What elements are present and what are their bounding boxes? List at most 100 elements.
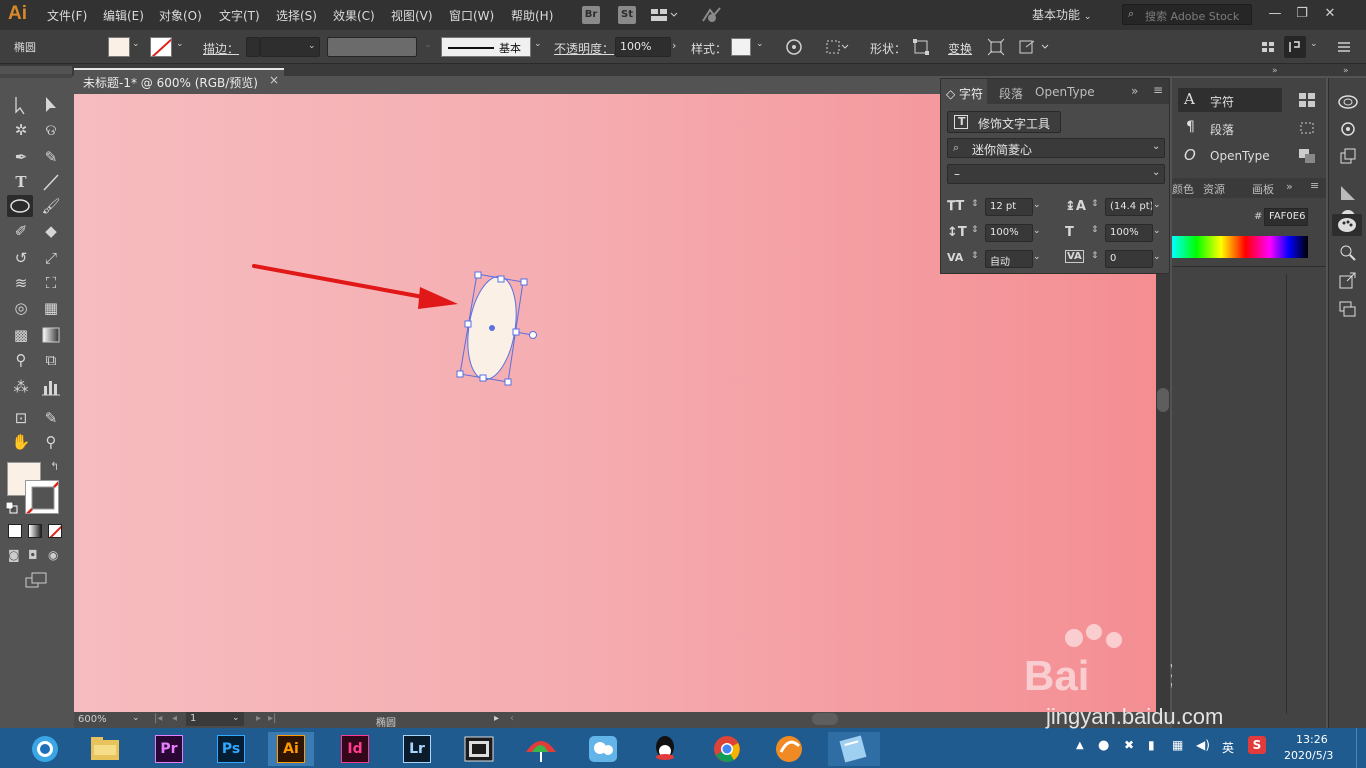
umbrella-app-icon[interactable] [518,732,564,766]
next-artboard-icon[interactable]: ▸ [256,713,261,724]
direct-selection-tool-icon[interactable] [38,94,64,116]
opacity-expand-arrow[interactable]: › [672,39,676,52]
clock-date[interactable]: 2020/5/3 [1284,749,1333,762]
curvature-tool-icon[interactable]: ✎ [38,146,64,168]
illustrator-icon[interactable]: Ai [268,732,314,766]
stock-button[interactable]: St [618,6,636,24]
tab-paragraph[interactable]: 段落 [999,85,1023,102]
kerning-arrow[interactable]: ⌄ [1033,252,1041,262]
status-menu-arrow[interactable]: ▸ [494,713,499,724]
cloud-app-icon[interactable] [580,732,626,766]
ime-indicator[interactable]: 英 [1222,739,1234,756]
hand-tool-icon[interactable]: ✋ [8,431,34,453]
fill-swatch[interactable] [108,37,130,57]
dock2-collapse-icon[interactable]: » [1343,66,1349,76]
sogou-input-icon[interactable]: S [1248,736,1266,754]
width-tool-icon[interactable]: ≋ [8,272,34,294]
menu-object[interactable]: 对象(O) [159,7,202,24]
eyedropper-tool-icon[interactable]: ⚲ [8,349,34,371]
align-to-icon[interactable] [825,38,849,56]
menu-window[interactable]: 窗口(W) [449,7,494,24]
color-panel-menu-icon[interactable]: ≡ [1310,179,1319,192]
panel-menu-icon[interactable] [1336,38,1352,56]
ellipse-tool-icon[interactable] [7,195,33,217]
volume-tray-icon[interactable]: ◀) [1196,738,1210,752]
scroll-left-icon[interactable]: ‹ [510,713,514,724]
qq-tray-icon[interactable]: ● [1098,738,1109,753]
artboard-tool-icon[interactable]: ⊡ [8,407,34,429]
dock-collapse-icon[interactable]: » [1272,66,1278,76]
gradient-mode-icon[interactable] [28,524,42,538]
zoom-level[interactable]: 600% [78,714,107,725]
tracking-stepper[interactable]: ⇕ [1091,251,1099,261]
kerning-field[interactable]: 自动 [985,250,1033,268]
color-mode-icon[interactable] [8,524,22,538]
stroke-color-box[interactable] [25,480,59,514]
tracking-arrow[interactable]: ⌄ [1153,252,1161,262]
vertical-scale-field[interactable]: 100% [985,224,1033,242]
gpu-performance-icon[interactable] [700,6,724,24]
file-explorer-icon[interactable] [82,732,128,766]
chrome-icon[interactable] [704,732,750,766]
creative-cloud-libraries-icon[interactable] [1337,92,1359,110]
control-menu-icon[interactable] [1284,36,1306,58]
brush-definition-field[interactable]: 基本 [441,37,531,57]
blend-tool-icon[interactable]: ⧉ [38,349,64,371]
zoom-dropdown-arrow[interactable]: ⌄ [132,713,140,723]
pathfinder-panel-icon[interactable] [1298,148,1316,164]
symbol-sprayer-tool-icon[interactable]: ⁂ [8,376,34,398]
last-artboard-icon[interactable]: ▸| [268,713,276,724]
network-tray-icon[interactable]: ▦ [1172,738,1183,752]
eraser-tool-icon[interactable]: ◆ [38,220,64,242]
show-desktop-button[interactable] [1356,728,1366,768]
screen-mode-icon[interactable] [24,572,48,588]
touch-type-tool-button[interactable]: T 修饰文字工具 [947,111,1061,133]
vertical-scroll-thumb[interactable] [1157,388,1169,412]
menu-view[interactable]: 视图(V) [391,7,433,24]
vertical-scale-arrow[interactable]: ⌄ [1033,226,1041,236]
shape-builder-tool-icon[interactable]: ◎ [8,297,34,319]
draw-behind-icon[interactable]: ◘ [28,548,38,562]
document-close-icon[interactable]: × [269,73,279,87]
type-tool-icon[interactable]: T [8,171,34,193]
perspective-grid-tool-icon[interactable]: ▦ [38,297,64,319]
horizontal-scale-arrow[interactable]: ⌄ [1153,226,1161,236]
horizontal-scale-field[interactable]: 100% [1105,224,1153,242]
menu-edit[interactable]: 编辑(E) [103,7,144,24]
video-app-icon[interactable] [456,732,502,766]
stroke-dropdown-arrow[interactable]: ⌄ [176,39,184,49]
battery-tray-icon[interactable]: ▮ [1148,738,1155,752]
appearance-icon[interactable] [1338,120,1358,138]
color-spectrum[interactable] [1172,236,1308,258]
arrange-documents-icon[interactable] [650,7,678,23]
stroke-weight-stepper[interactable] [246,37,260,57]
tab-assets[interactable]: 资源 [1203,181,1225,197]
color-panel-collapse-icon[interactable]: » [1286,180,1293,193]
transform-each-icon[interactable] [987,38,1005,56]
qq-icon[interactable] [642,732,688,766]
notepad-app-icon[interactable] [828,732,880,766]
tab-opentype[interactable]: OpenType [1035,85,1095,99]
opacity-label[interactable]: 不透明度： [554,40,614,57]
stroke-weight-field[interactable]: ⌄ [260,37,320,57]
draw-normal-icon[interactable]: ◙ [8,548,20,562]
orange-app-icon[interactable] [766,732,812,766]
swatches-panel-icon[interactable] [1298,92,1316,108]
control-menu-arrow[interactable]: ⌄ [1310,39,1318,49]
document-tab[interactable]: 未标题-1* @ 600% (RGB/预览) × [74,68,284,92]
menu-help[interactable]: 帮助(H) [511,7,553,24]
zoom-tool-icon[interactable]: ⚲ [38,431,64,453]
tray-expand-icon[interactable]: ▲ [1076,740,1084,751]
menu-type[interactable]: 文字(T) [219,7,260,24]
kerning-stepper[interactable]: ⇕ [971,251,979,261]
tab-character[interactable]: ◇ 字符 [946,85,983,102]
graphic-styles-icon[interactable] [1338,148,1358,166]
tracking-field[interactable]: 0 [1105,250,1153,268]
brush-dropdown-arrow[interactable]: ⌄ [534,39,542,49]
panel-grid-icon[interactable] [1260,38,1276,56]
none-mode-icon[interactable] [48,524,62,538]
gradient-tool-icon[interactable] [38,324,64,346]
workspace-switcher[interactable]: 基本功能 ⌄ [1032,6,1091,23]
leading-stepper[interactable]: ⇕ [1091,199,1099,209]
leading-field[interactable]: (14.4 pt) [1105,198,1153,216]
